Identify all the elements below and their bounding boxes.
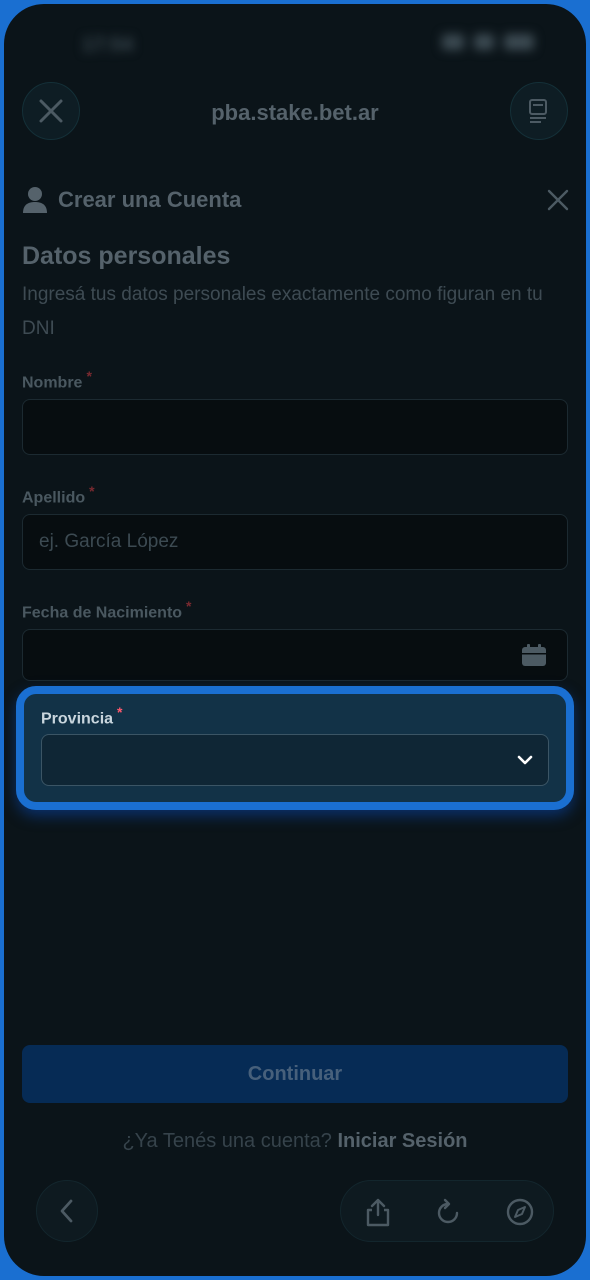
nombre-input[interactable] <box>22 399 568 455</box>
fecha-label: Fecha de Nacimiento * <box>22 598 192 622</box>
browser-url[interactable]: pba.stake.bet.ar <box>4 100 586 126</box>
fecha-input[interactable] <box>22 629 568 681</box>
continue-button[interactable]: Continuar <box>22 1045 568 1103</box>
section-subtitle: Ingresá tus datos personales exactamente… <box>22 284 543 339</box>
apellido-placeholder: ej. García López <box>39 531 179 552</box>
share-icon[interactable] <box>363 1197 393 1227</box>
browser-back-button[interactable] <box>36 1180 98 1242</box>
chevron-left-icon <box>60 1199 73 1223</box>
calendar-icon[interactable] <box>521 643 547 667</box>
login-prompt: ¿Ya Tenés una cuenta? Iniciar Sesión <box>4 1130 586 1153</box>
user-icon <box>23 187 47 213</box>
phone-screen: 17:54 pba.stake.bet.ar Crear una Cuenta … <box>4 4 586 1276</box>
compass-icon[interactable] <box>505 1197 535 1227</box>
login-prompt-text: ¿Ya Tenés una cuenta? <box>122 1130 332 1152</box>
required-mark: * <box>86 368 92 384</box>
provincia-label-text: Provincia <box>41 710 114 728</box>
apellido-label: Apellido * <box>22 483 95 507</box>
section-title: Datos personales <box>22 242 231 270</box>
modal-title: Crear una Cuenta <box>58 187 242 212</box>
browser-toolbar-group <box>340 1180 554 1242</box>
wifi-icon <box>474 34 494 50</box>
browser-topbar: pba.stake.bet.ar <box>4 82 586 144</box>
apellido-input[interactable]: ej. García López <box>22 514 568 570</box>
modal-close-icon[interactable] <box>544 186 572 214</box>
status-icons <box>442 34 534 50</box>
required-mark: * <box>117 704 123 720</box>
login-link[interactable]: Iniciar Sesión <box>337 1130 467 1152</box>
browser-tabs-button[interactable] <box>510 82 568 140</box>
status-time: 17:54 <box>82 34 134 56</box>
provincia-label: Provincia * <box>41 704 122 728</box>
required-mark: * <box>186 598 192 614</box>
required-mark: * <box>89 483 95 499</box>
battery-icon <box>504 34 534 50</box>
apellido-label-text: Apellido <box>22 489 86 507</box>
signal-icon <box>442 34 464 50</box>
provincia-field-card: Provincia * <box>16 686 574 810</box>
status-bar: 17:54 <box>4 4 586 84</box>
provincia-select[interactable] <box>41 734 549 786</box>
nombre-label-text: Nombre <box>22 374 83 392</box>
reload-icon[interactable] <box>433 1197 463 1227</box>
tabs-icon <box>529 99 547 123</box>
nombre-label: Nombre * <box>22 368 92 392</box>
modal-header: Crear una Cuenta <box>22 180 572 220</box>
chevron-down-icon <box>517 755 533 765</box>
fecha-label-text: Fecha de Nacimiento <box>22 604 183 622</box>
